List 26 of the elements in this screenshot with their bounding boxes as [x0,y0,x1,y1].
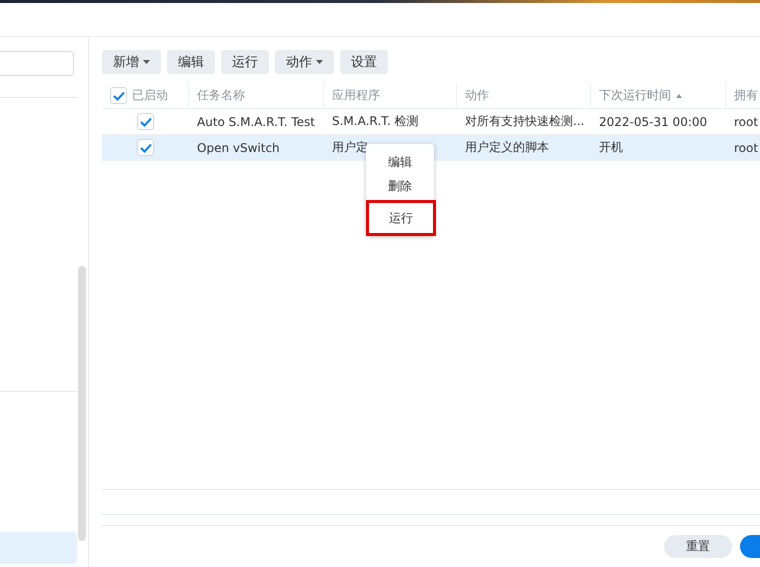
reset-button[interactable]: 重置 [664,535,732,558]
table-cell-text: Open vSwitch [196,140,281,154]
search-field[interactable] [0,51,74,76]
table-cell-text: 2022-05-31 00:00 [598,114,708,128]
table-cell-text: Auto S.M.A.R.T. Test [196,114,316,128]
table-cell-text: S.M.A.R.T. 检测 [331,113,420,130]
table-cell-text: root [733,114,760,128]
table-cell-text: root [733,140,760,154]
toolbar-button[interactable]: 编辑 [167,50,215,74]
sort-icon [676,94,682,98]
toolbar-button[interactable]: 运行 [221,50,269,74]
table-cell-text: 对所有支持快速检测... [464,113,586,130]
scrollbar[interactable] [78,266,86,541]
table-cell-text: 开机 [598,139,624,156]
checkbox[interactable] [110,87,127,104]
menu-item[interactable]: 运行 [366,200,436,236]
menu-item[interactable]: 删除 [366,174,434,198]
table-cell-text: 用户定 [331,139,369,156]
checkbox[interactable] [137,113,154,130]
column-header[interactable]: 下次运行时间 [591,83,726,108]
table-cell-text: 用户定义的脚本 [464,139,550,156]
toolbar-button[interactable]: 动作 [275,50,334,74]
toolbar-button[interactable]: 设置 [340,50,388,74]
primary-button[interactable] [740,535,760,558]
toolbar-button[interactable]: 新增 [102,50,161,74]
checkbox[interactable] [137,139,154,156]
